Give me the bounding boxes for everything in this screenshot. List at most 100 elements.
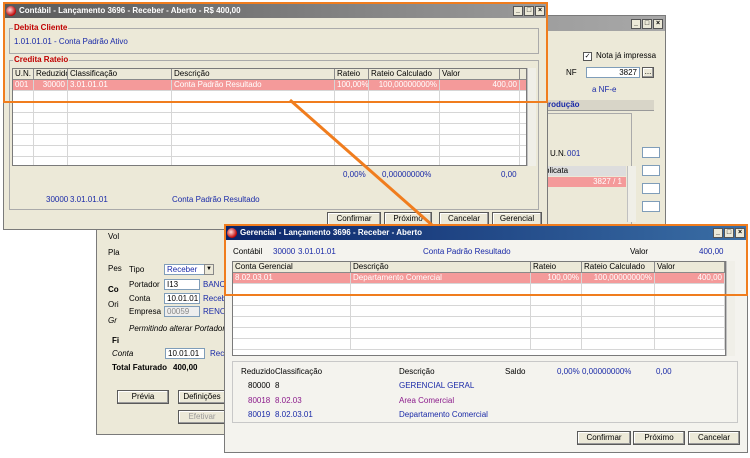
app-icon — [6, 5, 16, 16]
back-field-2[interactable] — [642, 165, 660, 176]
col-reduzido[interactable]: Reduzido — [34, 69, 68, 79]
minimize-icon[interactable]: _ — [631, 18, 641, 29]
table-row-empty[interactable] — [233, 284, 725, 295]
credita-grid-header: U.N. Reduzido Classificação Descrição Ra… — [13, 69, 526, 80]
cell-conta-gerencial: 8.02.03.01 — [233, 273, 351, 283]
back-field-3[interactable] — [642, 183, 660, 194]
contabil-title: Contábil - Lançamento 3696 - Receber - A… — [19, 6, 241, 15]
table-row[interactable]: 8.02.03.01 Departamento Comercial 100,00… — [233, 273, 725, 284]
tree-item-class: 8.02.03.01 — [275, 410, 313, 419]
gerencial-grid-header: Conta Gerencial Descrição Rateio Rateio … — [233, 262, 725, 273]
back-scrollbar[interactable] — [627, 166, 636, 222]
gerencial-contabil-desc: Conta Padrão Resultado — [423, 247, 511, 256]
nf-lookup-button[interactable]: ... — [642, 67, 654, 78]
col-descricao[interactable]: Descrição — [172, 69, 335, 79]
conta-input[interactable]: 10.01.01 — [164, 293, 200, 304]
tree-item-desc[interactable]: GERENCIAL GERAL — [399, 381, 474, 391]
producao-text: rodução — [548, 100, 580, 109]
tree-item-reduzido: 80000 — [248, 381, 271, 390]
table-row-empty[interactable] — [13, 91, 526, 102]
tree-total-rateio: 0,00% — [557, 367, 580, 376]
table-row-empty[interactable] — [233, 339, 725, 350]
table-row-empty[interactable] — [13, 102, 526, 113]
gerencial-confirmar-button[interactable]: Confirmar — [577, 431, 631, 445]
nfe-text: a NF-e — [592, 85, 617, 94]
col-conta-gerencial[interactable]: Conta Gerencial — [233, 262, 351, 272]
col-un[interactable]: U.N. — [13, 69, 34, 79]
duplicata-label: plicata — [542, 166, 626, 176]
col-valor[interactable]: Valor — [655, 262, 725, 272]
cell-rateio: 100,00% — [531, 273, 582, 283]
credita-scrollbar[interactable] — [527, 68, 536, 166]
tree-item-desc[interactable]: Departamento Comercial — [399, 410, 488, 420]
cell-descricao: Departamento Comercial — [351, 273, 531, 283]
cell-rateio-calculado: 100,00000000% — [369, 80, 440, 90]
back-field-4[interactable] — [642, 201, 660, 212]
debita-label: Debita Cliente — [13, 23, 69, 33]
close-icon[interactable]: × — [735, 227, 745, 238]
col-rateio[interactable]: Rateio — [335, 69, 369, 79]
permitindo-text: Permitindo alterar Portador e — [129, 324, 232, 333]
maximize-icon[interactable]: □ — [524, 5, 534, 16]
cell-classificacao: 3.01.01.01 — [68, 80, 172, 90]
minimize-icon[interactable]: _ — [713, 227, 723, 238]
col-descricao[interactable]: Descrição — [351, 262, 531, 272]
tree-item-desc[interactable]: Area Comercial — [399, 396, 454, 406]
col-valor[interactable]: Valor — [440, 69, 520, 79]
portador-label: Portador — [129, 280, 160, 289]
total-faturado-value: 400,00 — [173, 363, 198, 372]
gerencial-valor-label: Valor — [630, 247, 649, 256]
side-label-pes: Pes — [108, 264, 122, 273]
definicoes-button[interactable]: Definições — [178, 390, 226, 404]
table-row-empty[interactable] — [13, 157, 526, 165]
side-label-co: Co — [108, 285, 119, 294]
nf-input[interactable]: 3827 — [586, 67, 640, 78]
duplicata-value[interactable]: 3827 / 1 — [542, 177, 626, 187]
portador-code[interactable]: I13 — [164, 279, 200, 290]
tree-total-rateio-calculado: 0,00000000% — [582, 367, 632, 376]
maximize-icon[interactable]: □ — [642, 18, 652, 29]
gerencial-contabil-label: Contábil — [233, 247, 263, 256]
table-row-empty[interactable] — [13, 113, 526, 124]
chevron-down-icon[interactable]: ▼ — [204, 264, 214, 275]
previa-button[interactable]: Prévia — [117, 390, 169, 404]
col-classificacao[interactable]: Classificação — [68, 69, 172, 79]
minimize-icon[interactable]: _ — [513, 5, 523, 16]
nota-ja-impressa-label: Nota já impressa — [596, 51, 657, 60]
close-icon[interactable]: × — [653, 18, 663, 29]
col-rateio-calculado[interactable]: Rateio Calculado — [582, 262, 655, 272]
back-field-1[interactable] — [642, 147, 660, 158]
gerencial-grid: Conta Gerencial Descrição Rateio Rateio … — [232, 261, 726, 356]
efetivar-button[interactable]: Efetivar — [178, 410, 226, 424]
table-row-empty[interactable] — [233, 295, 725, 306]
close-icon[interactable]: × — [535, 5, 545, 16]
table-row-empty[interactable] — [13, 146, 526, 157]
table-row-empty[interactable] — [13, 135, 526, 146]
gerencial-scrollbar[interactable] — [726, 261, 735, 356]
table-row[interactable]: 001 30000 3.01.01.01 Conta Padrão Result… — [13, 80, 526, 91]
tree-total-valor: 0,00 — [656, 367, 672, 376]
col-rateio-calculado[interactable]: Rateio Calculado — [369, 69, 440, 79]
nota-checkbox[interactable]: ✓ — [583, 52, 592, 61]
tree-item-class: 8 — [275, 381, 280, 390]
col-rateio[interactable]: Rateio — [531, 262, 582, 272]
debita-value: 1.01.01.01 - Conta Padrão Ativo — [14, 37, 128, 46]
table-row-empty[interactable] — [233, 306, 725, 317]
un-value: 001 — [567, 149, 581, 158]
gerencial-proximo-button[interactable]: Próximo — [633, 431, 685, 445]
tree-header-reduzido: Reduzido — [241, 367, 275, 376]
maximize-icon[interactable]: □ — [724, 227, 734, 238]
table-row-empty[interactable] — [233, 317, 725, 328]
total-valor: 0,00 — [501, 170, 517, 179]
conta2-input[interactable]: 10.01.01 — [165, 348, 205, 359]
gerencial-cancelar-button[interactable]: Cancelar — [688, 431, 740, 445]
gerencial-contabil-class: 3.01.01.01 — [298, 247, 336, 256]
gerencial-valor-value: 400,00 — [699, 247, 724, 256]
table-row-empty[interactable] — [233, 328, 725, 339]
side-label-ori: Ori — [108, 300, 119, 309]
tree-item-reduzido: 80019 — [248, 410, 271, 419]
empresa-code: 00059 — [164, 306, 200, 317]
conta-suffix: Receb — [203, 294, 227, 303]
table-row-empty[interactable] — [13, 124, 526, 135]
app-icon — [227, 227, 237, 238]
